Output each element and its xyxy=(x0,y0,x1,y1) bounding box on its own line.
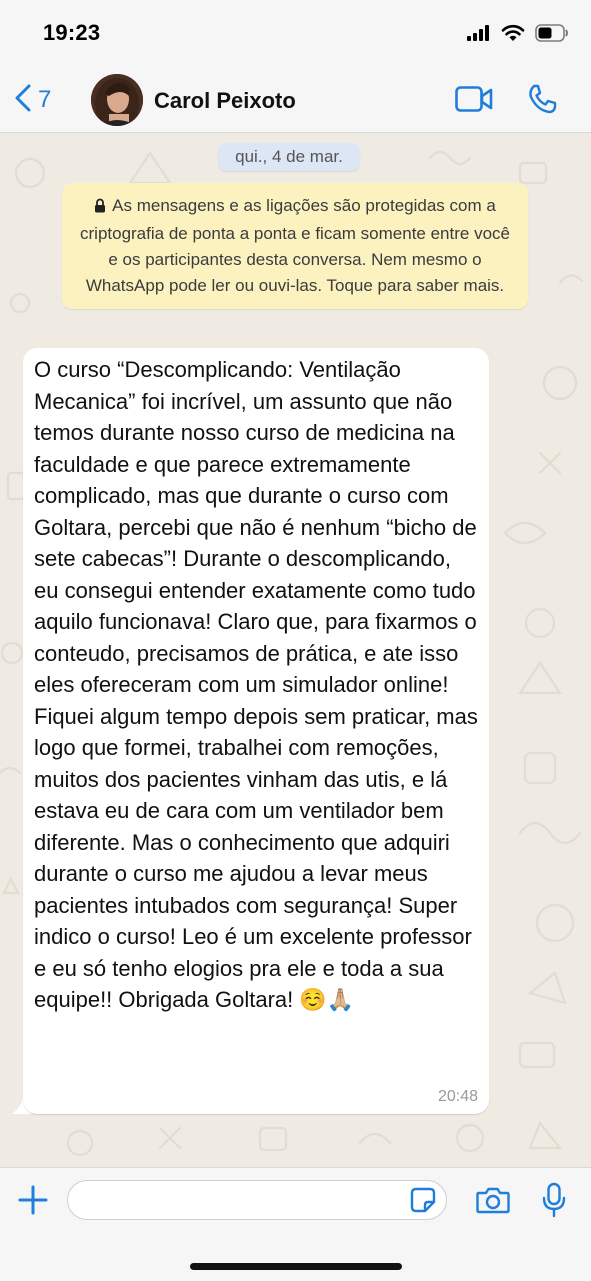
input-bar xyxy=(0,1167,591,1281)
chat-header: 7 Carol Peixoto xyxy=(0,70,591,133)
chevron-left-icon xyxy=(14,84,32,117)
avatar[interactable] xyxy=(91,74,143,126)
status-icons xyxy=(467,23,569,47)
plus-icon xyxy=(17,1185,49,1220)
phone-icon xyxy=(526,84,558,119)
date-label: qui., 4 de mar. xyxy=(218,143,360,171)
message-time: 20:48 xyxy=(437,1088,478,1105)
encryption-notice-text: As mensagens e as ligações são protegida… xyxy=(80,196,510,295)
microphone-button[interactable] xyxy=(541,1182,567,1223)
message-input[interactable] xyxy=(67,1180,447,1220)
encryption-notice[interactable]: As mensagens e as ligações são protegida… xyxy=(62,183,528,309)
video-call-icon xyxy=(455,86,493,116)
sticker-icon xyxy=(410,1187,436,1217)
microphone-icon xyxy=(541,1182,567,1222)
back-button[interactable]: 7 xyxy=(14,82,51,118)
unread-count: 7 xyxy=(38,86,52,113)
home-indicator[interactable] xyxy=(190,1263,402,1270)
battery-icon xyxy=(535,23,569,47)
chat-area[interactable]: qui., 4 de mar. As mensagens e as ligaçõ… xyxy=(0,133,591,1167)
lock-icon xyxy=(94,195,106,221)
sticker-button[interactable] xyxy=(410,1187,436,1218)
voice-call-button[interactable] xyxy=(526,83,558,120)
wifi-icon xyxy=(501,24,525,47)
cellular-signal-icon xyxy=(467,24,491,46)
contact-name[interactable]: Carol Peixoto xyxy=(154,88,296,114)
attach-button[interactable] xyxy=(17,1184,49,1221)
status-bar: 19:23 xyxy=(0,0,591,70)
camera-button[interactable] xyxy=(476,1186,510,1219)
message-bubble[interactable]: O curso “Descomplicando: Ventilação Meca… xyxy=(23,348,489,1114)
video-call-button[interactable] xyxy=(455,86,493,117)
camera-icon xyxy=(476,1187,510,1218)
message-text: O curso “Descomplicando: Ventilação Meca… xyxy=(34,357,478,1012)
status-time: 19:23 xyxy=(43,20,101,45)
